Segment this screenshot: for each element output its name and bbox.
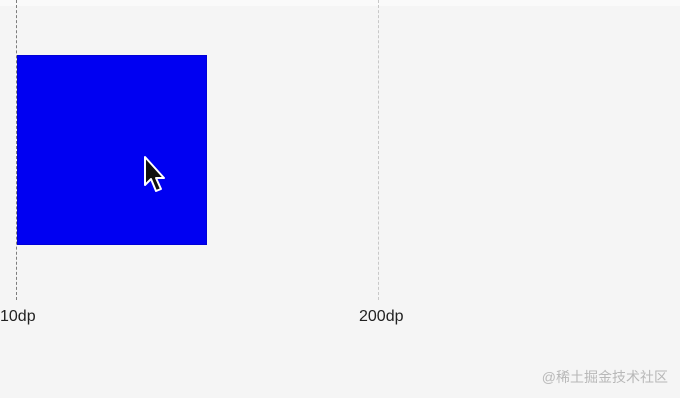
watermark: @稀土掘金技术社区 xyxy=(541,369,668,385)
guide-line-200dp xyxy=(378,0,379,300)
blue-square[interactable] xyxy=(17,55,207,245)
mouse-pointer-icon xyxy=(144,156,165,192)
guide-label-200dp: 200dp xyxy=(359,308,404,325)
preview-canvas: 10dp 200dp @稀土掘金技术社区 xyxy=(0,0,680,398)
top-strip xyxy=(0,0,680,6)
guide-label-10dp: 10dp xyxy=(0,308,36,325)
